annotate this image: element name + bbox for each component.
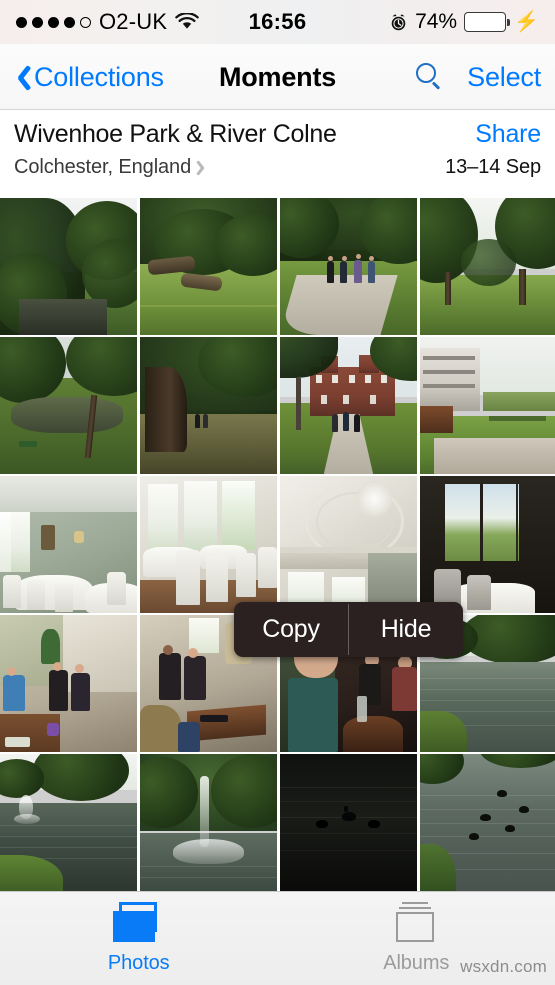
photo-image: [0, 476, 137, 613]
copy-menu-item[interactable]: Copy: [234, 602, 348, 657]
photo-image: [0, 337, 137, 474]
navigation-bar: Collections Moments Select: [0, 44, 555, 110]
tab-photos-label: Photos: [107, 952, 170, 974]
carrier-name: O2-UK: [99, 9, 168, 34]
photo-grid-row: [0, 337, 555, 475]
photo-thumbnail[interactable]: [280, 198, 417, 335]
photo-thumbnail[interactable]: [140, 198, 277, 335]
moment-header-bottom-row: Colchester, England 13–14 Sep: [14, 156, 541, 179]
photos-icon-front-rect: [112, 911, 155, 942]
signal-dot: [32, 16, 43, 28]
signal-dot: [64, 16, 75, 28]
select-button[interactable]: Select: [467, 62, 541, 93]
photo-image: [280, 754, 417, 891]
photo-image: [140, 198, 277, 335]
moment-title: Wivenhoe Park & River Colne: [14, 120, 337, 148]
photo-image: [420, 337, 555, 474]
share-button[interactable]: Share: [475, 120, 541, 149]
signal-dot-empty: [80, 16, 91, 28]
photo-thumbnail[interactable]: [420, 476, 555, 613]
photo-image: [0, 198, 137, 335]
photo-thumbnail[interactable]: [420, 754, 555, 891]
navigation-bar-right: Select: [415, 44, 541, 110]
albums-icon-line-mid: [399, 907, 432, 910]
photo-thumbnail[interactable]: [280, 337, 417, 474]
battery-icon: [464, 12, 511, 32]
moment-header: Wivenhoe Park & River Colne Share Colche…: [0, 110, 555, 198]
albums-icon-line-top: [402, 902, 429, 905]
context-menu-popup: Copy Hide: [234, 602, 463, 657]
chevron-right-icon: [200, 159, 209, 176]
photo-grid-row: [0, 754, 555, 892]
photo-thumbnail[interactable]: [140, 754, 277, 891]
photo-image: [280, 198, 417, 335]
moment-location: Colchester, England: [14, 156, 192, 178]
search-icon-handle: [432, 81, 441, 90]
photo-grid-row: [0, 476, 555, 614]
wifi-icon: [175, 12, 199, 31]
photo-thumbnail[interactable]: [420, 198, 555, 335]
photo-image: [140, 476, 277, 613]
alarm-clock-icon: [389, 13, 408, 32]
signal-dot: [48, 16, 59, 28]
photo-thumbnail[interactable]: [0, 476, 137, 613]
watermark: wsxdn.com: [460, 957, 547, 976]
photo-image: [280, 476, 417, 613]
albums-icon-box: [396, 912, 435, 942]
photo-grid-row: [0, 198, 555, 336]
albums-stack-icon: [388, 902, 444, 944]
search-icon[interactable]: [415, 62, 445, 92]
photo-image: [420, 754, 555, 891]
moment-location-link[interactable]: Colchester, England: [14, 156, 209, 179]
photo-image: [140, 337, 277, 474]
photo-thumbnail[interactable]: [420, 337, 555, 474]
photo-thumbnail[interactable]: [0, 337, 137, 474]
signal-dot: [16, 16, 27, 28]
tab-photos[interactable]: Photos: [0, 892, 278, 985]
photo-thumbnail[interactable]: [0, 198, 137, 335]
photo-grid: [0, 198, 555, 898]
lightning-bolt-icon: ⚡: [514, 11, 539, 33]
search-icon-circle: [416, 63, 437, 83]
status-bar-right: 74% ⚡: [389, 10, 539, 34]
photo-thumbnail[interactable]: [280, 754, 417, 891]
photo-thumbnail[interactable]: [280, 476, 417, 613]
photo-image: [0, 754, 137, 891]
photo-image: [140, 754, 277, 891]
phone-screen: O2-UK 16:56 74% ⚡ Collections Moments Se…: [0, 0, 555, 985]
tab-albums-label: Albums: [383, 952, 450, 974]
photo-image: [420, 198, 555, 335]
moment-date-range: 13–14 Sep: [445, 156, 541, 178]
photo-image: [0, 615, 137, 752]
photos-stack-icon: [111, 902, 167, 944]
moment-header-top-row: Wivenhoe Park & River Colne Share: [14, 120, 541, 149]
photo-image: [280, 337, 417, 474]
signal-strength-dots: [16, 16, 91, 28]
photo-image: [420, 476, 555, 613]
status-bar: O2-UK 16:56 74% ⚡: [0, 0, 555, 44]
status-bar-clock: 16:56: [248, 9, 307, 34]
status-bar-left: O2-UK: [16, 9, 199, 35]
photo-thumbnail[interactable]: [0, 615, 137, 752]
hide-menu-item[interactable]: Hide: [349, 602, 463, 657]
photo-thumbnail[interactable]: [140, 337, 277, 474]
photo-thumbnail[interactable]: [140, 476, 277, 613]
battery-percentage: 74%: [415, 10, 458, 33]
photo-thumbnail[interactable]: [0, 754, 137, 891]
